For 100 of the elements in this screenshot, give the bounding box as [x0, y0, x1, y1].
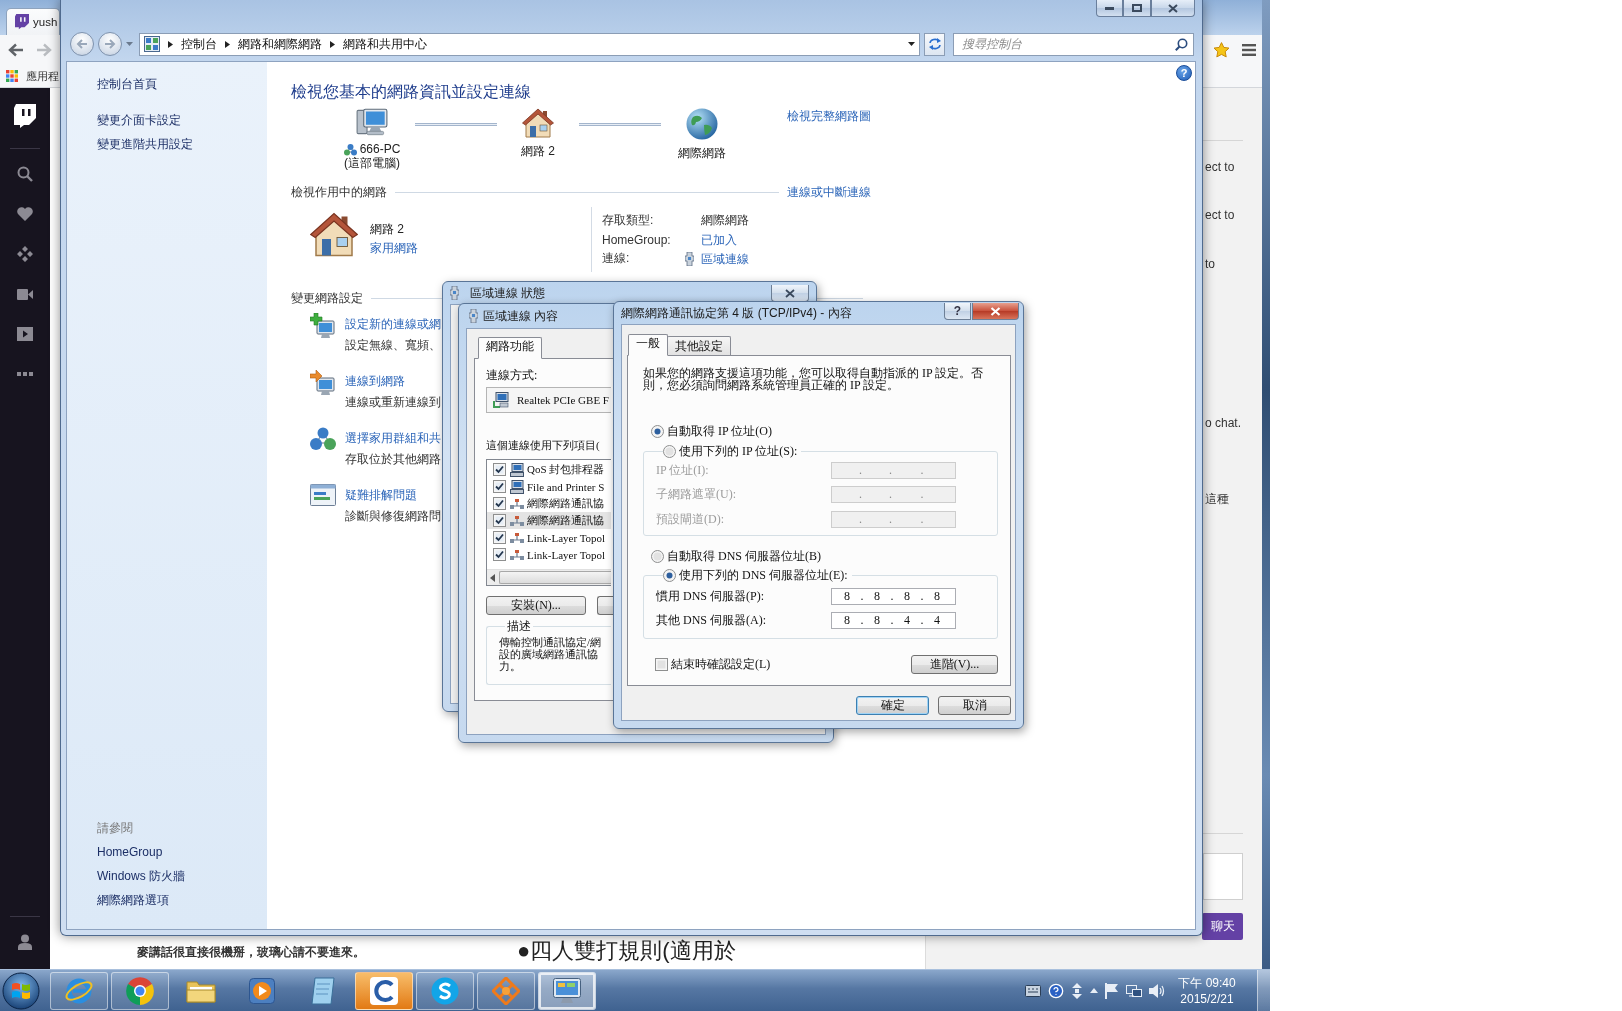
radio-label[interactable]: 使用下列的 DNS 伺服器位址(E):: [679, 566, 848, 584]
back-button[interactable]: [70, 32, 94, 56]
checkbox[interactable]: [655, 657, 668, 671]
ip-address-field[interactable]: 8 . 8 . 4 . 4: [831, 611, 956, 629]
help-icon[interactable]: [1048, 982, 1064, 999]
close-button[interactable]: [972, 303, 1019, 320]
search-icon[interactable]: [17, 166, 33, 182]
media-player-icon: [249, 977, 275, 1004]
radio-label[interactable]: 使用下列的 IP 位址(S):: [679, 442, 798, 460]
show-desktop-button[interactable]: [1257, 970, 1270, 1011]
sidebar-link[interactable]: 控制台首頁: [97, 76, 157, 92]
keyboard-icon[interactable]: [1025, 984, 1041, 997]
radio-button[interactable]: [663, 568, 676, 582]
dialog-tab[interactable]: 其他設定: [667, 336, 731, 355]
checkbox-label[interactable]: 結束時確認設定(L): [671, 655, 771, 673]
list-row[interactable]: 網際網路通訊協: [487, 495, 611, 512]
task-link[interactable]: 連線到網路: [345, 373, 405, 389]
chat-bubble-logo-icon: [15, 14, 29, 30]
video-camera-icon[interactable]: [17, 288, 33, 300]
advanced-button[interactable]: 進階(V)...: [911, 654, 998, 674]
list-row[interactable]: 網際網路通訊協: [487, 512, 611, 529]
chat-input[interactable]: [1203, 853, 1243, 900]
connection-link[interactable]: 區域連線: [701, 250, 749, 267]
gamepad-icon[interactable]: [17, 246, 33, 262]
help-button[interactable]: ?: [944, 303, 971, 320]
back-arrow-icon[interactable]: [8, 43, 24, 57]
see-also-heading: 請參閱: [97, 820, 133, 836]
dialog-tab[interactable]: 一般: [628, 334, 668, 356]
minimize-button[interactable]: [1096, 0, 1123, 17]
address-bar[interactable]: 控制台 網路和網際網路 網路和共用中心: [139, 32, 920, 56]
sidebar-link[interactable]: 變更介面卡設定: [97, 112, 181, 128]
breadcrumb-link[interactable]: 網路和共用中心: [343, 35, 427, 53]
taskbar-button[interactable]: [538, 971, 596, 1010]
detail-label: 連線:: [602, 250, 630, 267]
checkbox[interactable]: [493, 531, 506, 544]
breadcrumb-link[interactable]: 控制台: [181, 35, 217, 53]
connect-link[interactable]: 連線或中斷連線: [787, 184, 871, 200]
checkbox[interactable]: [493, 514, 506, 527]
list-row[interactable]: Link-Layer Topol: [487, 529, 611, 546]
chat-message: o chat.: [1205, 416, 1242, 430]
radio-button[interactable]: [651, 549, 664, 563]
taskbar-button[interactable]: [416, 971, 474, 1010]
dialog-tab[interactable]: 網路功能: [478, 337, 542, 359]
checkbox[interactable]: [493, 480, 506, 493]
radio-button[interactable]: [651, 424, 664, 438]
search-icon[interactable]: [1175, 37, 1188, 51]
checkbox[interactable]: [493, 497, 506, 510]
speaker-icon[interactable]: [1149, 983, 1165, 998]
arrows-icon[interactable]: [1071, 982, 1083, 999]
network-type-link[interactable]: 家用網路: [370, 240, 418, 256]
search-field[interactable]: 搜尋控制台: [953, 32, 1194, 56]
sidebar-link[interactable]: HomeGroup: [97, 844, 163, 860]
radio-button[interactable]: [663, 444, 676, 458]
list-row[interactable]: File and Printer S: [487, 478, 611, 495]
component-list[interactable]: QoS 封包排程器 File and Printer S 網際網路通訊協 網際網路通訊協 Link-Layer Topol Link-Layer Topol: [486, 459, 611, 586]
checkbox[interactable]: [493, 548, 506, 561]
dropdown-icon[interactable]: [908, 42, 915, 46]
task-link[interactable]: 疑難排解問題: [345, 487, 417, 503]
ip-address-field[interactable]: 8 . 8 . 8 . 8: [831, 587, 956, 605]
more-icon[interactable]: [17, 372, 33, 376]
dialog-button[interactable]: 確定: [856, 696, 929, 715]
taskbar-button[interactable]: [50, 971, 108, 1010]
refresh-icon: [927, 38, 942, 50]
star-icon[interactable]: [1213, 42, 1230, 58]
menu-icon[interactable]: [1242, 44, 1256, 56]
refresh-button[interactable]: [924, 32, 945, 56]
sidebar-link[interactable]: 網際網路選項: [97, 892, 169, 908]
up-triangle-icon[interactable]: [1090, 988, 1098, 993]
play-icon[interactable]: [17, 327, 33, 341]
close-button[interactable]: [1151, 0, 1195, 17]
maximize-button[interactable]: [1123, 0, 1151, 17]
network-monitor-icon[interactable]: [1126, 982, 1142, 999]
user-icon[interactable]: [18, 934, 32, 950]
bookmark-link[interactable]: 應用程: [6, 68, 59, 84]
checkbox[interactable]: [493, 463, 506, 476]
radio-label[interactable]: 自動取得 DNS 伺服器位址(B): [667, 547, 821, 565]
radio-label[interactable]: 自動取得 IP 位址(O): [667, 422, 772, 440]
view-full-map-link[interactable]: 檢視完整網路圖: [787, 108, 871, 124]
taskbar-button[interactable]: [355, 971, 413, 1010]
task-link[interactable]: 設定新的連線或網: [345, 316, 441, 332]
breadcrumb-link[interactable]: 網路和網際網路: [238, 35, 322, 53]
list-row[interactable]: Link-Layer Topol: [487, 546, 611, 563]
heart-icon[interactable]: [17, 207, 33, 221]
browser-tab[interactable]: yush: [6, 8, 60, 35]
taskbar-button[interactable]: [477, 971, 535, 1010]
install-button[interactable]: 安裝(N)...: [486, 596, 586, 615]
forward-button[interactable]: [98, 32, 122, 56]
task-link[interactable]: 選擇家用群組和共: [345, 430, 441, 446]
sidebar-link[interactable]: 變更進階共用設定: [97, 136, 193, 152]
list-row[interactable]: QoS 封包排程器: [487, 461, 611, 478]
network-card-icon: [493, 392, 509, 408]
flag-icon[interactable]: [1105, 982, 1119, 999]
detail-label: HomeGroup:: [602, 232, 671, 247]
sidebar-link[interactable]: Windows 防火牆: [97, 868, 185, 884]
taskbar-button[interactable]: [111, 971, 169, 1010]
horizontal-scrollbar[interactable]: [487, 569, 611, 585]
chat-send-button[interactable]: 聊天: [1202, 913, 1243, 940]
detail-link[interactable]: 已加入: [701, 231, 737, 248]
dialog-button[interactable]: 取消: [938, 696, 1011, 715]
dialog-button[interactable]: [597, 596, 613, 615]
